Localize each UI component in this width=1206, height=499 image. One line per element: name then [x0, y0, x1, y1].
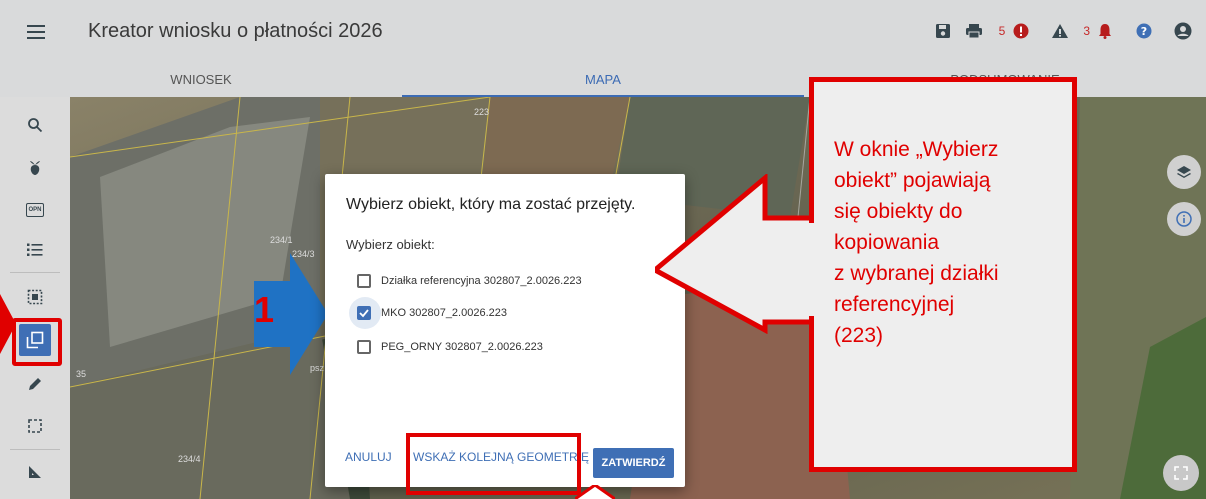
annotation-pointer-bottom [575, 485, 615, 499]
tab-wniosek[interactable]: WNIOSEK [0, 65, 402, 97]
info-icon [1176, 211, 1192, 227]
save-icon[interactable] [935, 23, 951, 39]
info-button[interactable] [1167, 202, 1201, 236]
print-icon[interactable] [965, 23, 983, 39]
checkbox-checked[interactable] [357, 306, 371, 320]
list-icon[interactable] [21, 236, 49, 264]
measure-icon[interactable] [21, 458, 49, 486]
callout-line: W oknie „Wybierz [834, 138, 999, 161]
opn-button[interactable]: OPN [21, 196, 49, 224]
option-dzialka-referencyjna[interactable]: Działka referencyjna 302807_2.0026.223 [357, 272, 582, 290]
callout-line: obiekt” pojawiają [834, 169, 991, 192]
annotation-highlight-tool [12, 318, 62, 366]
draw-polygon-icon[interactable] [21, 412, 49, 440]
dialog-title: Wybierz obiekt, który ma zostać przejęty… [346, 196, 636, 213]
option-label: PEG_ORNY 302807_2.0026.223 [381, 341, 543, 353]
layers-icon [1177, 166, 1191, 178]
option-label: Działka referencyjna 302807_2.0026.223 [381, 275, 582, 287]
help-icon[interactable]: ? [1136, 23, 1152, 39]
svg-text:?: ? [1141, 25, 1147, 38]
app-header: Kreator wniosku o płatności 2026 5 3 ? [0, 0, 1206, 65]
warning-icon[interactable] [1051, 23, 1069, 39]
map-label-234-4: 234/4 [178, 454, 201, 464]
map-label-223: 223 [474, 107, 490, 117]
option-mko[interactable]: MKO 302807_2.0026.223 [349, 297, 507, 329]
callout-line: referencyjnej [834, 293, 955, 316]
fullscreen-button[interactable] [1163, 455, 1199, 491]
fullscreen-icon [1174, 466, 1188, 480]
option-label: MKO 302807_2.0026.223 [381, 307, 507, 319]
bell-icon[interactable] [1098, 23, 1112, 39]
dialog-subtitle: Wybierz obiekt: [346, 237, 435, 252]
checkbox[interactable] [357, 340, 371, 354]
layers-button[interactable] [1167, 155, 1201, 189]
crop-plant-icon[interactable] [21, 153, 49, 181]
callout-seam [806, 223, 818, 316]
toolbar-divider [10, 272, 60, 273]
cancel-button[interactable]: ANULUJ [345, 450, 392, 464]
callout-box: W oknie „Wybierz obiekt” pojawiają się o… [809, 77, 1077, 472]
opn-icon: OPN [26, 203, 44, 217]
tab-mapa[interactable]: MAPA [402, 65, 804, 97]
map-label-35: 35 [76, 369, 87, 379]
callout-arrow [655, 174, 813, 334]
toolbar-divider [10, 449, 60, 450]
callout-line: kopiowania [834, 231, 940, 254]
header-actions: 5 3 ? [935, 22, 1192, 40]
search-icon[interactable] [21, 111, 49, 139]
callout-text: W oknie „Wybierz obiekt” pojawiają się o… [834, 134, 1064, 351]
confirm-button[interactable]: ZATWIERDŹ [593, 448, 674, 478]
edit-icon[interactable] [21, 370, 49, 398]
checkbox[interactable] [357, 274, 371, 288]
errors-count: 5 [998, 24, 1006, 38]
callout-line: się obiekty do [834, 200, 963, 223]
error-icon[interactable] [1013, 23, 1029, 39]
warnings-count: 3 [1083, 24, 1090, 38]
check-icon [359, 309, 369, 318]
step-number: 1 [254, 289, 275, 330]
callout-line: (223) [834, 324, 884, 347]
callout-line: z wybranej działki [834, 262, 999, 285]
option-peg-orny[interactable]: PEG_ORNY 302807_2.0026.223 [357, 338, 543, 356]
menu-icon[interactable] [24, 20, 48, 44]
annotation-highlight-next-button [406, 433, 581, 495]
map-label-234-1: 234/1 [270, 235, 293, 245]
account-icon[interactable] [1174, 22, 1192, 40]
select-area-icon[interactable] [21, 283, 49, 311]
page-title: Kreator wniosku o płatności 2026 [88, 20, 383, 42]
